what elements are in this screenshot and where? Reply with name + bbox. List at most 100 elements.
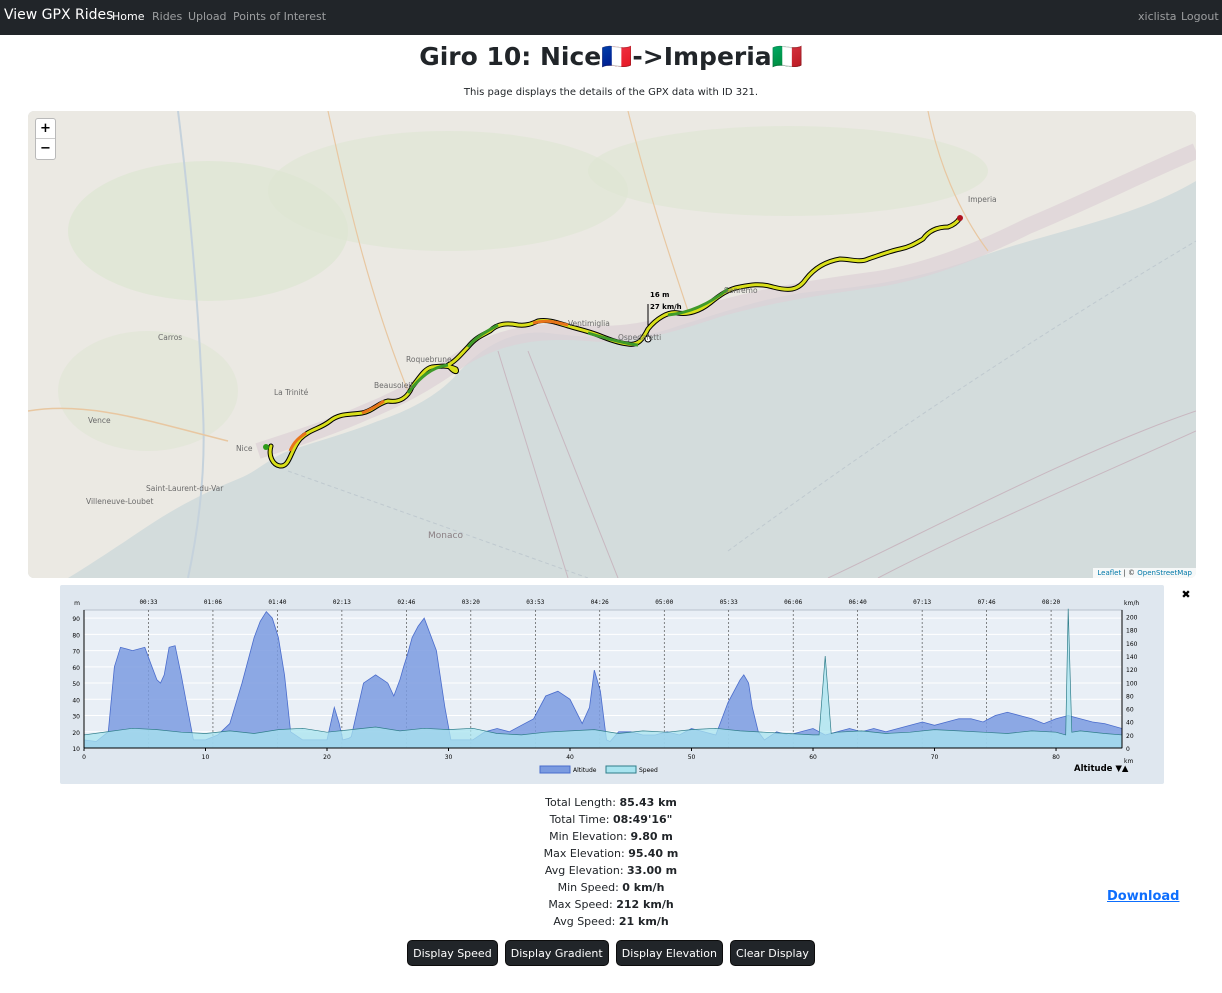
map-tooltip-elevation: 16 m — [650, 291, 670, 299]
map-label-la-trinite: La Trinité — [274, 388, 309, 397]
y-left-tick-label: 70 — [72, 649, 80, 656]
map-tiles — [28, 111, 1196, 578]
nav-points-of-interest[interactable]: Points of Interest — [233, 10, 326, 23]
time-tick-label: 07:46 — [978, 599, 996, 606]
legend-altitude-label: Altitude — [573, 767, 597, 774]
y-right-tick-label: 80 — [1126, 693, 1134, 700]
x-tick-label: 0 — [82, 754, 86, 761]
x-tick-label: 30 — [445, 754, 453, 761]
map-label-nice: Nice — [236, 444, 253, 453]
time-tick-label: 03:20 — [462, 599, 480, 606]
x-tick-label: 20 — [323, 754, 331, 761]
y-right-unit-label: km/h — [1124, 600, 1139, 607]
display-elevation-button[interactable]: Display Elevation — [615, 940, 723, 966]
nav-home[interactable]: Home — [112, 10, 144, 23]
map-label-imperia: Imperia — [968, 195, 997, 204]
map-tooltip-speed: 27 km/h — [650, 303, 682, 311]
y-right-tick-label: 180 — [1126, 628, 1138, 635]
y-left-tick-label: 80 — [72, 632, 80, 639]
download-link[interactable]: Download — [1107, 889, 1179, 904]
x-tick-label: 70 — [931, 754, 939, 761]
leaflet-link[interactable]: Leaflet — [1097, 569, 1121, 577]
y-right-tick-label: 160 — [1126, 641, 1138, 648]
y-left-tick-label: 10 — [72, 746, 80, 753]
map-attribution: Leaflet | © OpenStreetMap — [1093, 568, 1196, 578]
y-right-tick-label: 0 — [1126, 746, 1130, 753]
elevation-chart: 9080706050403020102001801601401201008060… — [72, 599, 1139, 774]
nav-upload[interactable]: Upload — [188, 10, 227, 23]
y-left-tick-label: 60 — [72, 665, 80, 672]
x-tick-label: 60 — [809, 754, 817, 761]
zoom-control: + − — [35, 118, 56, 160]
time-tick-label: 06:06 — [784, 599, 802, 606]
y-right-tick-label: 100 — [1126, 680, 1138, 687]
page-title: Giro 10: Nice🇫🇷->Imperia🇮🇹 — [419, 42, 803, 71]
y-left-tick-label: 90 — [72, 616, 80, 623]
map-label-carros: Carros — [158, 333, 183, 342]
map-label-ventimiglia: Ventimiglia — [568, 319, 610, 328]
time-tick-label: 00:33 — [139, 599, 157, 606]
chart-series-selector[interactable]: Altitude ▼▲ — [1074, 764, 1128, 774]
nav-user[interactable]: xiclista — [1138, 10, 1177, 23]
brand-link[interactable]: View GPX Rides — [4, 7, 113, 23]
time-tick-label: 05:00 — [655, 599, 673, 606]
display-speed-button[interactable]: Display Speed — [407, 940, 498, 966]
y-left-tick-label: 50 — [72, 681, 80, 688]
stat-min-speed: Min Speed: 0 km/h — [557, 881, 665, 894]
route-map[interactable]: Nice Monaco Imperia Carros Vence La Trin… — [28, 111, 1196, 578]
map-label-sanremo: Sanremo — [724, 286, 758, 295]
y-right-tick-label: 200 — [1126, 615, 1138, 622]
map-label-villeneuve-loubet: Villeneuve-Loubet — [86, 497, 154, 506]
time-tick-label: 01:40 — [268, 599, 286, 606]
stat-total-length: Total Length: 85.43 km — [545, 796, 677, 809]
map-label-ospedaletti: Ospedaletti — [618, 333, 662, 342]
time-tick-label: 08:20 — [1042, 599, 1060, 606]
page-subtitle: This page displays the details of the GP… — [463, 87, 759, 98]
display-gradient-button[interactable]: Display Gradient — [504, 940, 609, 966]
map-label-saint-laurent: Saint-Laurent-du-Var — [146, 484, 224, 493]
attribution-separator: | © — [1121, 569, 1138, 577]
elevation-chart-panel[interactable]: 90 80 70 60 50 40 30 20 10 200 180 160 140 120 100 80 60… — [60, 585, 1164, 784]
time-tick-label: 04:26 — [591, 599, 609, 606]
y-right-tick-label: 20 — [1126, 733, 1134, 740]
time-tick-label: 02:13 — [333, 599, 351, 606]
navbar: View GPX Rides Home Rides Upload Points … — [0, 0, 1222, 35]
y-right-tick-label: 60 — [1126, 707, 1134, 714]
x-tick-label: 50 — [688, 754, 696, 761]
map-label-roquebrune: Roquebrune — [406, 355, 452, 364]
clear-display-button[interactable]: Clear Display — [730, 940, 815, 966]
chart-close-icon[interactable]: ✖ — [1179, 588, 1193, 602]
time-tick-label: 06:40 — [849, 599, 867, 606]
y-right-tick-label: 140 — [1126, 654, 1138, 661]
x-tick-label: 10 — [202, 754, 210, 761]
x-tick-label: 40 — [566, 754, 574, 761]
zoom-out-button[interactable]: − — [36, 139, 55, 159]
nav-rides[interactable]: Rides — [152, 10, 182, 23]
map-label-monaco: Monaco — [428, 531, 463, 541]
nav-logout[interactable]: Logout — [1181, 10, 1219, 23]
osm-link[interactable]: OpenStreetMap — [1137, 569, 1192, 577]
x-tick-label: 80 — [1052, 754, 1060, 761]
time-tick-label: 05:33 — [720, 599, 738, 606]
stat-min-elevation: Min Elevation: 9.80 m — [549, 830, 673, 843]
zoom-in-button[interactable]: + — [36, 119, 55, 139]
map-label-vence: Vence — [88, 416, 111, 425]
legend-speed-swatch — [605, 765, 637, 774]
time-tick-label: 01:06 — [204, 599, 222, 606]
ride-statistics: Total Length: 85.43 km Total Time: 08:49… — [0, 794, 1222, 930]
legend-speed-label: Speed — [639, 767, 658, 774]
time-tick-label: 03:53 — [526, 599, 544, 606]
y-left-tick-label: 40 — [72, 697, 80, 704]
map-label-beausoleil: Beausoleil — [374, 381, 413, 390]
time-tick-label: 02:46 — [397, 599, 415, 606]
stat-total-time: Total Time: 08:49'16" — [549, 813, 673, 826]
stat-max-speed: Max Speed: 212 km/h — [548, 898, 674, 911]
y-right-tick-label: 120 — [1126, 667, 1138, 674]
stat-max-elevation: Max Elevation: 95.40 m — [543, 847, 679, 860]
stat-avg-elevation: Avg Elevation: 33.00 m — [544, 864, 678, 877]
y-left-tick-label: 30 — [72, 714, 80, 721]
legend-altitude-swatch — [539, 765, 571, 774]
y-right-tick-label: 40 — [1126, 720, 1134, 727]
display-button-row: Display Speed Display Gradient Display E… — [0, 940, 1222, 966]
y-left-tick-label: 20 — [72, 730, 80, 737]
